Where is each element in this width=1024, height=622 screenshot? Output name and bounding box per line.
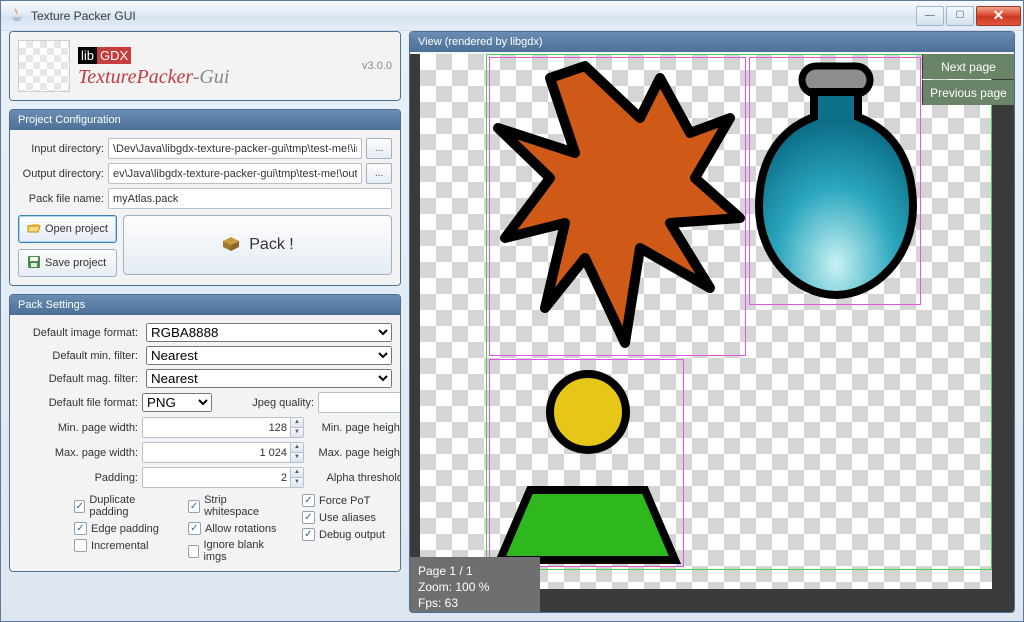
padding-stepper[interactable] (142, 467, 304, 488)
project-config-title: Project Configuration (10, 110, 400, 130)
render-status: Page 1 / 1 Zoom: 100 % Fps: 63 (410, 557, 540, 612)
next-page-button[interactable]: Next page (922, 54, 1014, 79)
alpha-threshold-label: Alpha threshold: (312, 472, 401, 484)
input-dir-browse-button[interactable]: ... (366, 138, 392, 159)
min-filter-label: Default min. filter: (18, 350, 138, 362)
sprite-bounds (489, 359, 684, 567)
previous-page-button[interactable]: Previous page (922, 80, 1014, 105)
output-dir-browse-button[interactable]: ... (366, 163, 392, 184)
max-width-label: Max. page width: (18, 447, 138, 459)
java-icon (9, 6, 25, 25)
save-project-button[interactable]: Save project (18, 249, 117, 277)
pack-filename-label: Pack file name: (18, 193, 104, 205)
file-format-select[interactable]: PNG (142, 393, 212, 412)
application-window: Texture Packer GUI — ☐ ✕ libGDX TextureP… (0, 0, 1024, 622)
status-page: Page 1 / 1 (418, 563, 532, 579)
use-aliases-checkbox[interactable]: ✓Use aliases (302, 511, 392, 524)
min-filter-select[interactable]: Nearest (146, 346, 392, 365)
force-pot-checkbox[interactable]: ✓Force PoT (302, 494, 392, 507)
output-dir-label: Output directory: (18, 168, 104, 180)
input-dir-field[interactable] (108, 138, 362, 159)
padding-label: Padding: (18, 472, 138, 484)
allow-rotations-checkbox[interactable]: ✓Allow rotations (188, 522, 278, 535)
min-width-label: Min. page width: (18, 422, 138, 434)
project-config-panel: Project Configuration Input directory: .… (9, 109, 401, 286)
sprite-ball-platform-icon (490, 360, 685, 568)
input-dir-label: Input directory: (18, 143, 104, 155)
incremental-checkbox[interactable]: Incremental (74, 539, 164, 552)
ignore-blank-checkbox[interactable]: Ignore blank imgs (188, 539, 278, 563)
logo-text: libGDX TexturePacker-Gui (78, 43, 229, 89)
max-height-label: Max. page height: (312, 447, 401, 459)
mag-filter-label: Default mag. filter: (18, 373, 138, 385)
pack-settings-panel: Pack Settings Default image format: RGBA… (9, 294, 401, 572)
image-format-select[interactable]: RGBA8888 (146, 323, 392, 342)
maximize-button[interactable]: ☐ (946, 6, 974, 26)
file-format-label: Default file format: (18, 397, 138, 409)
open-project-button[interactable]: Open project (18, 215, 117, 243)
close-button[interactable]: ✕ (976, 6, 1021, 26)
strip-whitespace-checkbox[interactable]: ✓Strip whitespace (188, 494, 278, 518)
jpeg-quality-label: Jpeg quality: (220, 397, 314, 409)
sprite-bounds (489, 57, 746, 356)
image-format-label: Default image format: (18, 327, 138, 339)
pack-settings-title: Pack Settings (10, 295, 400, 315)
package-icon (221, 233, 241, 258)
titlebar: Texture Packer GUI — ☐ ✕ (1, 1, 1023, 31)
status-zoom: Zoom: 100 % (418, 579, 532, 595)
folder-open-icon (27, 221, 41, 238)
render-view-title: View (rendered by libgdx) (410, 32, 1014, 52)
sprite-orange-gear-icon (490, 58, 747, 357)
duplicate-padding-checkbox[interactable]: ✓Duplicate padding (74, 494, 164, 518)
jpeg-quality-stepper[interactable] (318, 392, 401, 413)
min-height-label: Min. page height: (312, 422, 401, 434)
sprite-bounds (749, 57, 921, 305)
version-label: v3.0.0 (362, 60, 392, 72)
sprite-bottle-icon (750, 58, 922, 306)
max-width-stepper[interactable] (142, 442, 304, 463)
min-width-stepper[interactable] (142, 417, 304, 438)
render-view-panel: View (rendered by libgdx) (409, 31, 1015, 613)
header-panel: libGDX TexturePacker-Gui v3.0.0 (9, 31, 401, 101)
minimize-button[interactable]: — (916, 6, 944, 26)
render-area[interactable]: Page 1 / 1 Zoom: 100 % Fps: 63 (410, 54, 1014, 612)
mag-filter-select[interactable]: Nearest (146, 369, 392, 388)
logo-checker-icon (18, 40, 70, 92)
edge-padding-checkbox[interactable]: ✓Edge padding (74, 522, 164, 535)
status-fps: Fps: 63 (418, 595, 532, 611)
atlas-canvas (420, 54, 992, 589)
pack-button[interactable]: Pack ! (123, 215, 392, 275)
pack-filename-field[interactable] (108, 188, 392, 209)
save-icon (27, 255, 41, 272)
window-title: Texture Packer GUI (31, 9, 136, 23)
output-dir-field[interactable] (108, 163, 362, 184)
debug-output-checkbox[interactable]: ✓Debug output (302, 528, 392, 541)
